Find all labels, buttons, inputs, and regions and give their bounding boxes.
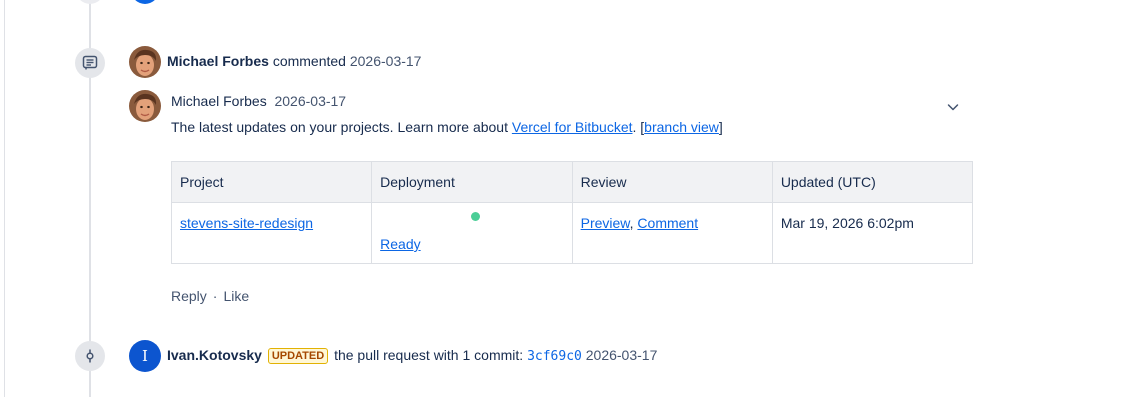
project-link[interactable]: stevens-site-redesign [180, 215, 313, 231]
event-date: 2026-03-17 [585, 347, 658, 363]
deployment-table: Project Deployment Review Updated (UTC) … [170, 161, 974, 264]
previous-event-icon [76, 0, 104, 4]
column-header-deployment: Deployment [371, 161, 573, 203]
column-header-updated: Updated (UTC) [771, 161, 974, 203]
comment-icon [75, 48, 105, 78]
event-verb: commented [272, 53, 346, 69]
project-cell: stevens-site-redesign [170, 202, 373, 264]
table-row: stevens-site-redesign Ready Preview, Com… [170, 202, 974, 264]
comment-text-mid: . [ [632, 119, 645, 135]
comment-text-end: ] [718, 119, 723, 135]
preview-link[interactable]: Preview [581, 215, 630, 231]
deployment-cell: Ready [371, 202, 573, 264]
event-header: Ivan.Kotovsky UPDATED the pull request w… [167, 345, 657, 367]
review-cell: Preview, Comment [571, 202, 773, 264]
actions-separator: · [212, 288, 218, 304]
commit-icon [75, 341, 105, 371]
reply-button[interactable]: Reply [171, 288, 207, 304]
branch-view-link[interactable]: branch view [644, 119, 719, 135]
like-button[interactable]: Like [223, 288, 249, 304]
table-header-row: Project Deployment Review Updated (UTC) [170, 161, 974, 203]
comment-meta: Michael Forbes 2026-03-17 [171, 91, 346, 111]
avatar[interactable] [129, 46, 161, 78]
previous-event-avatar [131, 0, 159, 4]
event-text: the pull request with 1 commit: [330, 347, 528, 363]
author-name[interactable]: Michael Forbes [167, 53, 269, 69]
comment-actions: Reply · Like [171, 286, 249, 306]
updated-cell: Mar 19, 2026 6:02pm [771, 202, 974, 264]
commit-link[interactable]: 3cf69c0 [527, 349, 582, 364]
comment-body: The latest updates on your projects. Lea… [171, 117, 723, 137]
chevron-down-icon[interactable] [945, 99, 961, 115]
deployment-ready-link[interactable]: Ready [380, 234, 563, 254]
vercel-link[interactable]: Vercel for Bitbucket [512, 119, 633, 135]
comment-date[interactable]: 2026-03-17 [274, 93, 346, 109]
comment-author[interactable]: Michael Forbes [171, 93, 267, 109]
column-header-project: Project [170, 161, 373, 203]
column-header-review: Review [571, 161, 773, 203]
panel-border [4, 0, 5, 397]
comment-link[interactable]: Comment [637, 215, 698, 231]
event-date: 2026-03-17 [349, 53, 422, 69]
status-badge: UPDATED [267, 348, 329, 364]
avatar[interactable] [129, 90, 161, 122]
avatar[interactable]: I [129, 340, 161, 372]
comment-text: The latest updates on your projects. Lea… [171, 119, 512, 135]
event-header: Michael Forbes commented 2026-03-17 [167, 51, 421, 71]
status-dot-icon [471, 212, 481, 221]
author-name[interactable]: Ivan.Kotovsky [167, 347, 262, 363]
